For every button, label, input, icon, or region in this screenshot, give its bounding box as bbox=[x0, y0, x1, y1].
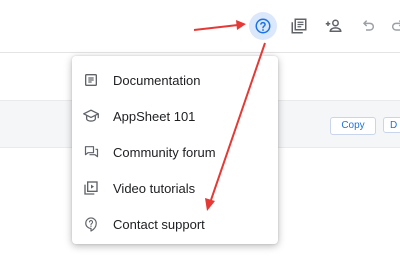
add-user-button[interactable] bbox=[320, 12, 348, 40]
menu-item-video-tutorials[interactable]: Video tutorials bbox=[72, 170, 278, 206]
help-button[interactable] bbox=[249, 12, 277, 40]
top-toolbar bbox=[0, 0, 400, 52]
menu-item-appsheet-101[interactable]: AppSheet 101 bbox=[72, 98, 278, 134]
menu-item-label: Contact support bbox=[113, 216, 205, 232]
redo-button[interactable] bbox=[384, 12, 400, 40]
menu-item-label: Documentation bbox=[113, 72, 201, 88]
video-library-icon bbox=[82, 179, 100, 197]
menu-item-documentation[interactable]: Documentation bbox=[72, 62, 278, 98]
document-icon bbox=[82, 71, 100, 89]
guide-button[interactable] bbox=[285, 12, 313, 40]
menu-item-community-forum[interactable]: Community forum bbox=[72, 134, 278, 170]
menu-item-label: Video tutorials bbox=[113, 180, 196, 196]
undo-button[interactable] bbox=[354, 12, 382, 40]
menu-item-contact-support[interactable]: Contact support bbox=[72, 206, 278, 242]
copy-button[interactable]: Copy bbox=[330, 117, 376, 135]
school-cap-icon bbox=[82, 107, 100, 125]
add-user-icon bbox=[325, 19, 342, 32]
menu-item-label: AppSheet 101 bbox=[113, 108, 196, 124]
secondary-action-button[interactable]: D bbox=[383, 117, 400, 133]
forum-icon bbox=[82, 143, 100, 161]
undo-icon bbox=[362, 20, 374, 31]
contact-support-icon bbox=[82, 215, 100, 233]
toolbar-divider bbox=[0, 52, 400, 53]
help-icon bbox=[255, 18, 271, 34]
menu-item-label: Community forum bbox=[113, 144, 216, 160]
help-menu: Documentation AppSheet 101 Community for… bbox=[72, 56, 278, 244]
redo-icon bbox=[392, 20, 400, 31]
guide-icon bbox=[291, 18, 307, 34]
